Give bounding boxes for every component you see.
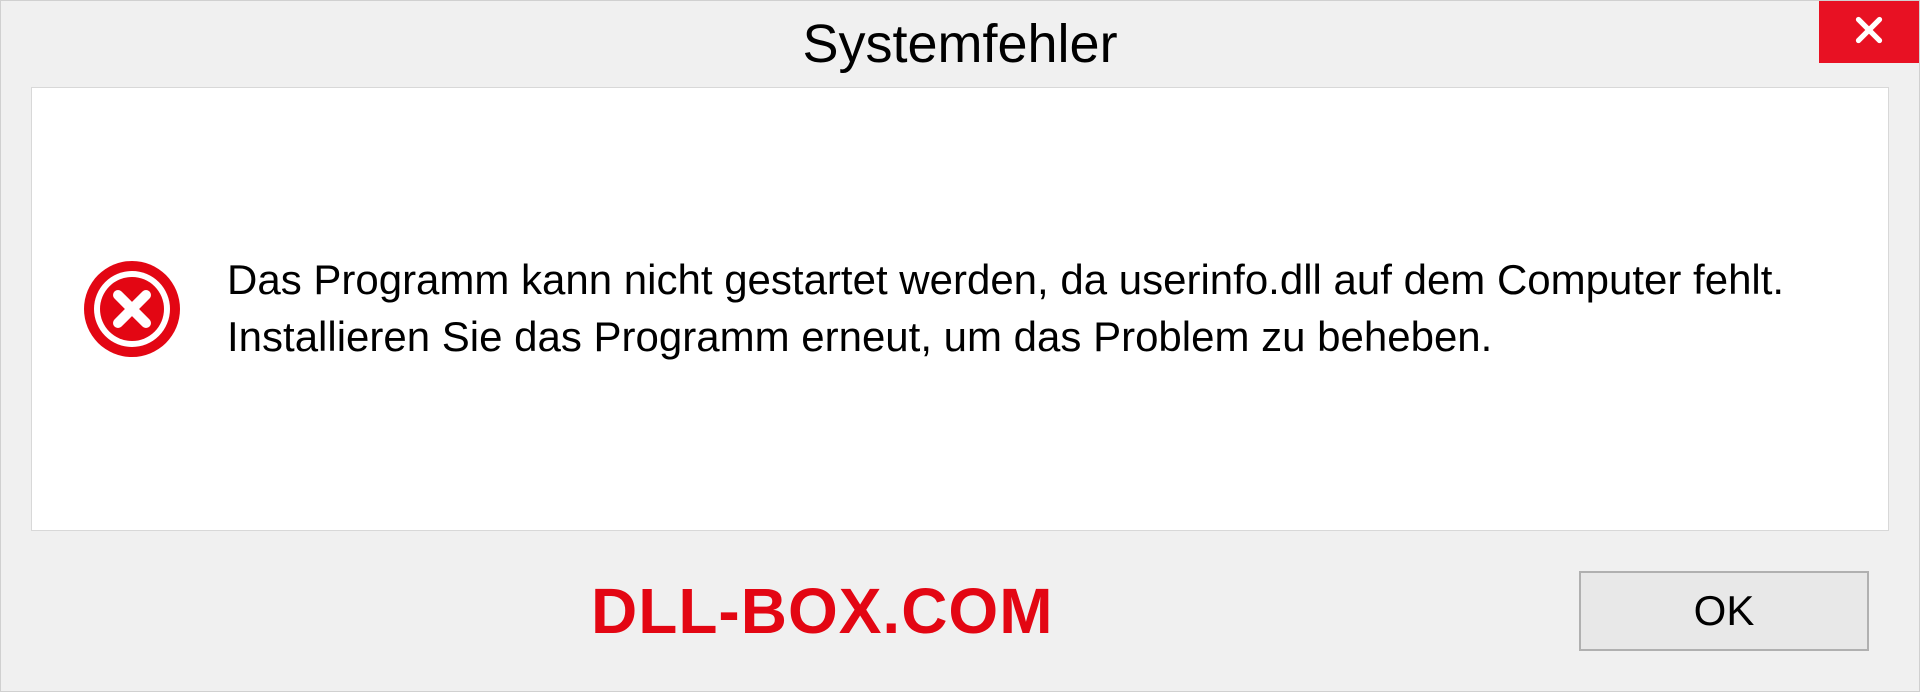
dialog-title: Systemfehler <box>802 13 1117 75</box>
error-message: Das Programm kann nicht gestartet werden… <box>227 252 1838 365</box>
error-icon <box>82 259 182 359</box>
titlebar: Systemfehler <box>1 1 1919 87</box>
ok-button[interactable]: OK <box>1579 571 1869 651</box>
content-panel: Das Programm kann nicht gestartet werden… <box>31 87 1889 531</box>
watermark-text: DLL-BOX.COM <box>591 574 1054 648</box>
error-dialog: Systemfehler Das Programm kann nicht ges… <box>0 0 1920 692</box>
close-icon <box>1851 12 1887 53</box>
footer: DLL-BOX.COM OK <box>1 531 1919 691</box>
close-button[interactable] <box>1819 1 1919 63</box>
